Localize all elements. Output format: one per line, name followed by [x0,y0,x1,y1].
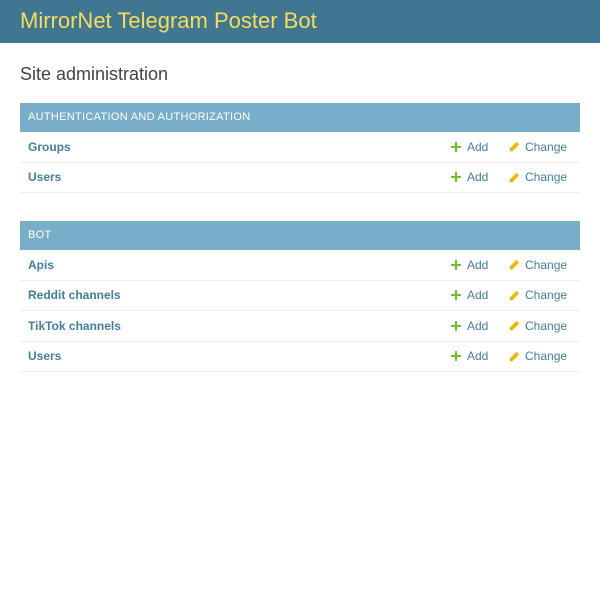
plus-icon [450,320,462,332]
module-auth: AUTHENTICATION AND AUTHORIZATION Groups … [20,103,580,193]
add-button[interactable]: Add [450,140,508,154]
add-label: Add [467,139,489,154]
header: MirrorNet Telegram Poster Bot [0,0,600,43]
change-button[interactable]: Change [508,319,580,333]
model-link-users[interactable]: Users [28,170,450,184]
model-link-tiktok-channels[interactable]: TikTok channels [28,319,450,333]
plus-icon [450,350,462,362]
model-link-bot-users[interactable]: Users [28,349,450,363]
pencil-icon [508,259,520,271]
pencil-icon [508,171,520,183]
module-bot: BOT Apis Add Change Reddit channels Add … [20,221,580,372]
add-button[interactable]: Add [450,349,508,363]
plus-icon [450,259,462,271]
add-button[interactable]: Add [450,258,508,272]
page-title: Site administration [20,64,169,84]
add-label: Add [467,170,489,185]
add-button[interactable]: Add [450,170,508,184]
change-label: Change [525,139,568,154]
add-label: Add [467,349,489,364]
change-label: Change [525,318,568,333]
pencil-icon [508,289,520,301]
change-button[interactable]: Change [508,288,580,302]
add-label: Add [467,318,489,333]
change-label: Change [525,257,568,272]
add-button[interactable]: Add [450,319,508,333]
table-row: Users Add Change [20,342,580,372]
main-content: Site administration AUTHENTICATION AND A… [0,43,600,372]
pencil-icon [508,320,520,332]
add-label: Add [467,288,489,303]
change-button[interactable]: Change [508,170,580,184]
plus-icon [450,171,462,183]
change-button[interactable]: Change [508,258,580,272]
model-link-groups[interactable]: Groups [28,140,450,154]
table-row: Apis Add Change [20,250,580,281]
change-label: Change [525,288,568,303]
table-row: TikTok channels Add Change [20,311,580,342]
table-row: Reddit channels Add Change [20,281,580,311]
plus-icon [450,289,462,301]
table-row: Groups Add Change [20,132,580,163]
change-label: Change [525,349,568,364]
change-button[interactable]: Change [508,349,580,363]
add-label: Add [467,257,489,272]
pencil-icon [508,350,520,362]
model-link-reddit-channels[interactable]: Reddit channels [28,288,450,302]
plus-icon [450,141,462,153]
module-caption[interactable]: AUTHENTICATION AND AUTHORIZATION [20,103,580,132]
change-button[interactable]: Change [508,140,580,154]
table-row: Users Add Change [20,163,580,193]
site-branding[interactable]: MirrorNet Telegram Poster Bot [20,8,580,34]
model-link-apis[interactable]: Apis [28,258,450,272]
pencil-icon [508,141,520,153]
change-label: Change [525,170,568,185]
module-caption[interactable]: BOT [20,221,580,250]
add-button[interactable]: Add [450,288,508,302]
